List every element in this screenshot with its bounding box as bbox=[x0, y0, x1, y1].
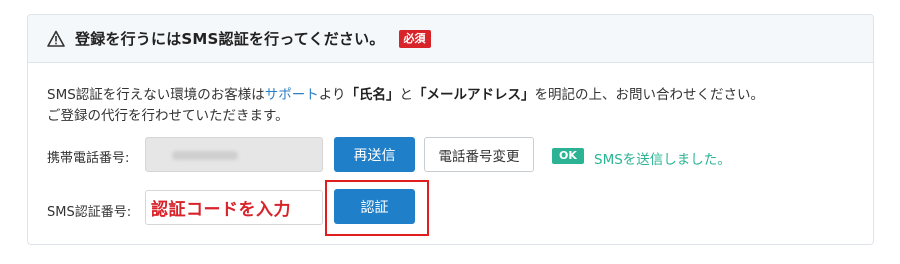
notice-text: SMS認証を行えない環境のお客様はサポートより「氏名」と「メールアドレス」を明記… bbox=[47, 85, 867, 127]
verify-button[interactable]: 認証 bbox=[334, 189, 415, 224]
required-badge: 必須 bbox=[398, 29, 431, 48]
notice-text-segment: を明記の上、お問い合わせください。 bbox=[534, 87, 765, 103]
name-field-label: 「氏名」 bbox=[345, 87, 400, 103]
resend-button[interactable]: 再送信 bbox=[334, 137, 415, 172]
email-field-label: 「メールアドレス」 bbox=[413, 87, 535, 103]
notice-text-segment: と bbox=[399, 87, 414, 103]
sms-verification-panel: 登録を行うにはSMS認証を行ってください。 必須 SMS認証を行えない環境のお客… bbox=[27, 14, 874, 245]
sms-code-input[interactable]: 認証コードを入力 bbox=[145, 190, 323, 225]
change-phone-button[interactable]: 電話番号変更 bbox=[424, 137, 534, 172]
sms-code-label: SMS認証番号: bbox=[47, 205, 132, 220]
header-title: 登録を行うにはSMS認証を行ってください。 bbox=[75, 30, 385, 48]
notice-text-segment: より bbox=[318, 87, 346, 103]
notice-line-1: SMS認証を行えない環境のお客様はサポートより「氏名」と「メールアドレス」を明記… bbox=[47, 85, 867, 106]
phone-number-masked-value bbox=[172, 151, 238, 160]
sms-sent-status: SMSを送信しました。 bbox=[594, 152, 731, 168]
ok-badge: OK bbox=[552, 148, 584, 164]
warning-triangle-icon bbox=[47, 30, 65, 48]
support-link[interactable]: サポート bbox=[265, 87, 319, 103]
panel-header: 登録を行うにはSMS認証を行ってください。 必須 bbox=[28, 15, 873, 63]
notice-line-2: ご登録の代行を行わせていただきます。 bbox=[47, 108, 289, 124]
notice-text-segment: SMS認証を行えない環境のお客様は bbox=[47, 87, 265, 103]
phone-number-label: 携帯電話番号: bbox=[47, 151, 130, 166]
phone-number-input[interactable] bbox=[145, 137, 323, 172]
